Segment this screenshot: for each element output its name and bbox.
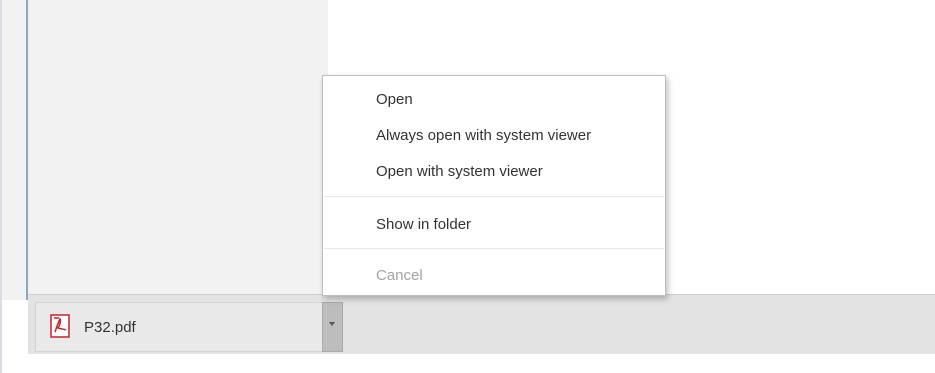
download-menu-button[interactable] — [322, 302, 343, 352]
menu-item-always-open-system-viewer[interactable]: Always open with system viewer — [323, 122, 665, 150]
menu-item-open-system-viewer[interactable]: Open with system viewer — [323, 158, 665, 186]
download-shelf: P32.pdf — [28, 294, 935, 354]
menu-item-label: Show in folder — [376, 216, 472, 233]
content-divider — [26, 0, 28, 300]
download-context-menu: Open Always open with system viewer Open… — [322, 75, 666, 296]
download-item[interactable]: P32.pdf — [35, 302, 325, 352]
page-content-area — [2, 0, 328, 300]
download-file-name: P32.pdf — [84, 319, 136, 336]
menu-item-open[interactable]: Open — [323, 86, 665, 114]
menu-item-show-in-folder[interactable]: Show in folder — [323, 211, 665, 239]
menu-item-label: Open with system viewer — [376, 163, 543, 180]
menu-separator — [324, 196, 664, 197]
chevron-down-icon — [329, 322, 335, 326]
pdf-icon — [50, 314, 70, 338]
menu-item-label: Cancel — [376, 267, 423, 284]
menu-separator — [324, 248, 664, 249]
menu-item-label: Open — [376, 91, 413, 108]
browser-window: P32.pdf Open Always open with system vie… — [0, 0, 935, 373]
menu-item-cancel: Cancel — [323, 262, 665, 290]
menu-item-label: Always open with system viewer — [376, 127, 592, 144]
